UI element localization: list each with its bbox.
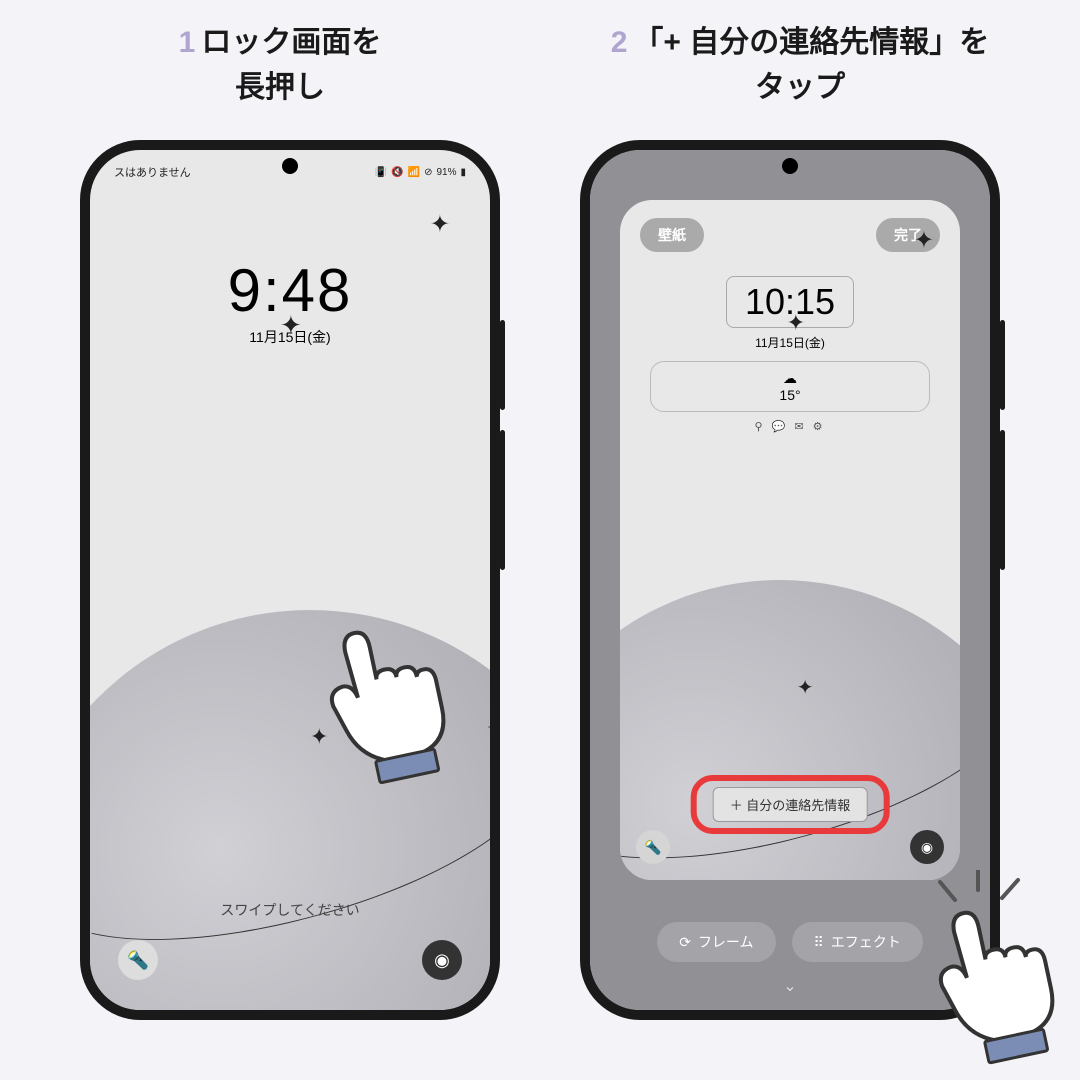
step-2-title-a: 「+ 自分の連絡先情報」を xyxy=(633,26,989,59)
mail-icon: ✉ xyxy=(794,421,806,433)
phone-1: ✦ ✦ ✦ スはありません 📳 🔇 📶 ⊘ 91% ▮ 9:48 11月15日(… xyxy=(80,140,500,1020)
flashlight-button-mini[interactable]: 🔦 xyxy=(636,830,670,864)
status-text: スはありません xyxy=(114,164,191,180)
flashlight-icon: 🔦 xyxy=(127,950,149,971)
front-camera xyxy=(782,158,798,174)
weather-widget[interactable]: ☁ 15° xyxy=(650,361,930,412)
camera-icon: ◉ xyxy=(434,950,450,971)
camera-button[interactable]: ◉ xyxy=(422,940,462,980)
step-1-title-a: ロック画面を xyxy=(201,26,381,59)
step-2-caption: 2「+ 自分の連絡先情報」を タップ xyxy=(560,20,1040,110)
phone-side-button xyxy=(500,320,505,410)
step-2-number: 2 xyxy=(611,26,628,59)
phone-side-button xyxy=(1000,320,1005,410)
mute-icon: 🔇 xyxy=(391,167,403,178)
wallpaper-label: 壁紙 xyxy=(658,227,686,243)
step-2-title-b: タップ xyxy=(755,71,845,104)
flashlight-button[interactable]: 🔦 xyxy=(118,940,158,980)
step-1-caption: 1ロック画面を 長押し xyxy=(40,20,520,110)
weather-temp: 15° xyxy=(779,387,800,403)
lock-clock: 9:48 11月15日(金) xyxy=(90,256,490,347)
notification-icons[interactable]: ⚲ 💬 ✉ ⚙ xyxy=(620,420,960,433)
sparkle-icon: ✦ xyxy=(430,210,450,239)
status-icons: 📳 🔇 📶 ⊘ 91% ▮ xyxy=(375,167,466,178)
swipe-hint: スワイプしてください xyxy=(90,900,490,920)
cluster-icon: ⠿ xyxy=(814,934,824,951)
lock-editor-preview[interactable]: ✦ ✦ ✦ 壁紙 完了 10:15 11月15日(金) ☁ xyxy=(620,200,960,880)
cloud-icon: ☁ xyxy=(783,370,797,386)
wifi-icon: 📶 xyxy=(408,167,420,178)
add-contact-info-button[interactable]: ＋ 自分の連絡先情報 xyxy=(713,787,868,822)
phone-1-screen[interactable]: ✦ ✦ ✦ スはありません 📳 🔇 📶 ⊘ 91% ▮ 9:48 11月15日(… xyxy=(90,150,490,1010)
frame-label: フレーム xyxy=(698,932,754,952)
step-1-title-b: 長押し xyxy=(235,71,325,104)
camera-icon: ◉ xyxy=(921,839,933,856)
effect-label: エフェクト xyxy=(831,932,901,952)
battery-icon: ▮ xyxy=(460,167,466,178)
add-contact-info-wrap: ＋ 自分の連絡先情報 xyxy=(713,787,868,822)
clock-date: 11月15日(金) xyxy=(620,334,960,351)
step-1-number: 1 xyxy=(179,26,196,59)
frame-button[interactable]: ⟳ フレーム xyxy=(657,922,775,962)
flashlight-icon: 🔦 xyxy=(644,839,661,856)
add-contact-label: ＋ 自分の連絡先情報 xyxy=(730,798,851,813)
tap-hand-icon xyxy=(300,600,470,790)
no-sim-icon: ⊘ xyxy=(424,167,432,178)
chat-icon: 💬 xyxy=(772,421,789,433)
rotate-icon: ⟳ xyxy=(679,934,691,951)
wallpaper-button[interactable]: 壁紙 xyxy=(640,218,704,252)
battery-text: 91% xyxy=(436,167,456,178)
clock-time: 9:48 xyxy=(90,256,490,325)
clock-date: 11月15日(金) xyxy=(90,327,490,347)
settings-icon: ⚙ xyxy=(813,421,826,433)
front-camera xyxy=(282,158,298,174)
vibrate-icon: 📳 xyxy=(375,167,387,178)
effect-button[interactable]: ⠿ エフェクト xyxy=(792,922,923,962)
sparkle-icon: ✦ xyxy=(797,675,814,700)
chevron-down-icon[interactable]: ⌄ xyxy=(783,976,796,996)
phone-side-button xyxy=(500,430,505,570)
sparkle-icon: ✦ xyxy=(787,310,805,336)
camera-button-mini[interactable]: ◉ xyxy=(910,830,944,864)
phone-side-button xyxy=(1000,430,1005,570)
tap-hand-icon xyxy=(910,870,1080,1070)
sparkle-icon: ✦ xyxy=(914,226,934,255)
missed-call-icon: ⚲ xyxy=(754,421,765,433)
